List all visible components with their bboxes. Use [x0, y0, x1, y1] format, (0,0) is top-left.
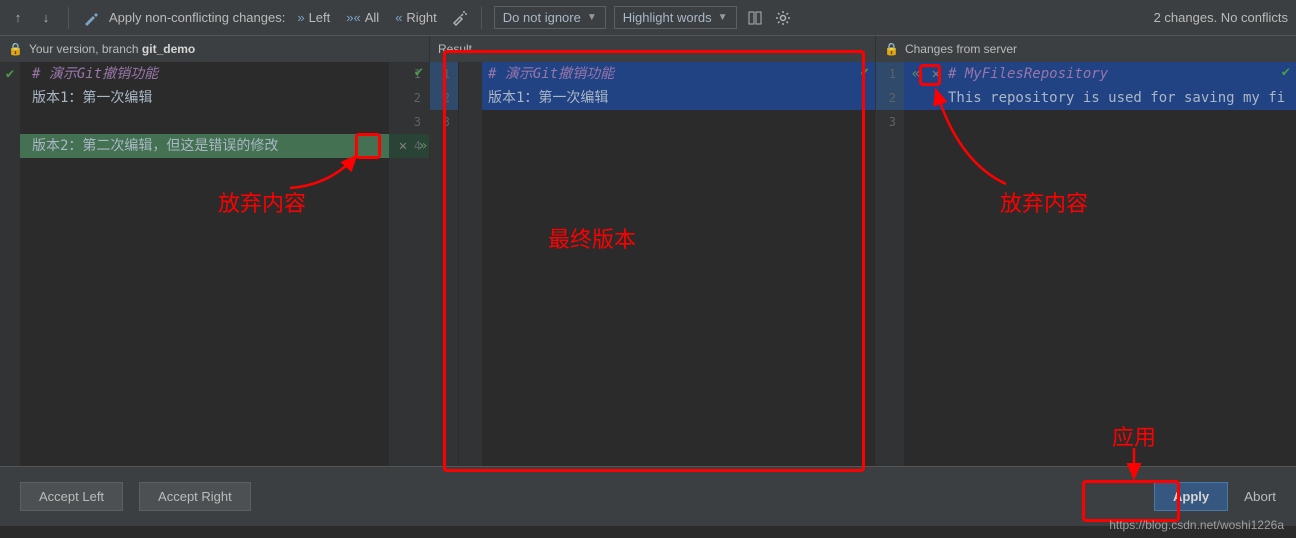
- result-title: Result: [438, 42, 472, 56]
- accept-right-button[interactable]: Accept Right: [139, 482, 251, 511]
- accept-change-icon[interactable]: «: [906, 64, 926, 84]
- code-line: 版本2：第二次编辑，但这是错误的修改: [20, 134, 395, 158]
- left-title: Your version, branch git_demo: [29, 42, 195, 56]
- right-pane-header: 🔒 Changes from server: [876, 36, 1296, 62]
- right-pane: 🔒 Changes from server 1 2 3 « ✕ # MyFile…: [876, 36, 1296, 466]
- checkmark-icon: ✔: [861, 64, 869, 80]
- sync-scroll-icon[interactable]: [745, 8, 765, 28]
- lock-icon: 🔒: [884, 42, 899, 56]
- gear-icon[interactable]: [773, 8, 793, 28]
- middle-gutter-left: 1 2 3: [430, 62, 458, 466]
- separator: [481, 7, 482, 29]
- middle-gutter-right: [458, 62, 482, 466]
- code-line: 版本1：第一次编辑: [32, 86, 389, 110]
- abort-button[interactable]: Abort: [1244, 489, 1276, 504]
- left-pane: 🔒 Your version, branch git_demo ✔ # 演示Gi…: [0, 36, 430, 466]
- middle-editor[interactable]: 1 2 3 # 演示Git撤销功能 版本1：第一次编辑 ✔: [430, 62, 875, 466]
- reject-change-icon[interactable]: ✕: [393, 136, 413, 156]
- code-line: 版本1：第一次编辑: [482, 86, 875, 110]
- accept-left-button[interactable]: Accept Left: [20, 482, 123, 511]
- apply-left-button[interactable]: »Left: [293, 8, 334, 27]
- code-line: # 演示Git撤销功能: [32, 62, 389, 86]
- line-actions: ✕ »: [393, 134, 433, 158]
- code-line: This repository is used for saving my fi: [904, 86, 1296, 110]
- reject-change-icon[interactable]: ✕: [926, 64, 946, 84]
- chevron-down-icon: ▼: [587, 12, 597, 23]
- code-line: [32, 110, 389, 134]
- ignore-dropdown[interactable]: Do not ignore▼: [494, 6, 606, 29]
- code-line: [948, 110, 1296, 134]
- left-editor[interactable]: ✔ # 演示Git撤销功能 版本1：第一次编辑 版本2：第二次编辑，但这是错误的…: [0, 62, 429, 466]
- highlight-dropdown[interactable]: Highlight words▼: [614, 6, 737, 29]
- watermark: https://blog.csdn.net/woshi1226a: [1109, 518, 1284, 532]
- right-editor[interactable]: 1 2 3 « ✕ # MyFilesRepository This repos…: [876, 62, 1296, 466]
- magic-resolve-icon[interactable]: [449, 8, 469, 28]
- apply-all-button[interactable]: »«All: [342, 8, 383, 27]
- right-title: Changes from server: [905, 42, 1017, 56]
- middle-pane: Result 1 2 3 # 演示Git撤销功能 版本1：第一次编辑 ✔: [430, 36, 876, 466]
- apply-right-button[interactable]: «Right: [391, 8, 441, 27]
- middle-pane-header: Result: [430, 36, 875, 62]
- accept-change-icon[interactable]: »: [413, 136, 433, 156]
- prev-change-icon[interactable]: ↑: [8, 8, 28, 28]
- lock-icon: 🔒: [8, 42, 23, 56]
- merge-toolbar: ↑ ↓ Apply non-conflicting changes: »Left…: [0, 0, 1296, 36]
- merge-panes: 🔒 Your version, branch git_demo ✔ # 演示Gi…: [0, 36, 1296, 466]
- chevron-down-icon: ▼: [718, 12, 728, 23]
- checkmark-icon: ✔: [1282, 64, 1290, 80]
- magic-wand-icon[interactable]: [81, 8, 101, 28]
- code-line: # 演示Git撤销功能: [482, 62, 875, 86]
- code-line: # MyFilesRepository: [904, 62, 1296, 86]
- bottom-bar: Accept Left Accept Right Apply Abort: [0, 466, 1296, 526]
- right-gutter: 1 2 3: [876, 62, 904, 466]
- left-gutter: 1234: [389, 62, 429, 466]
- left-pane-header: 🔒 Your version, branch git_demo: [0, 36, 429, 62]
- next-change-icon[interactable]: ↓: [36, 8, 56, 28]
- separator: [68, 7, 69, 29]
- code-line: [488, 110, 875, 134]
- conflict-status: 2 changes. No conflicts: [1154, 10, 1288, 25]
- checkmark-icon: ✔: [415, 64, 423, 80]
- apply-button[interactable]: Apply: [1154, 482, 1228, 511]
- apply-non-conflicting-label: Apply non-conflicting changes:: [109, 10, 285, 25]
- line-actions: « ✕: [906, 62, 946, 86]
